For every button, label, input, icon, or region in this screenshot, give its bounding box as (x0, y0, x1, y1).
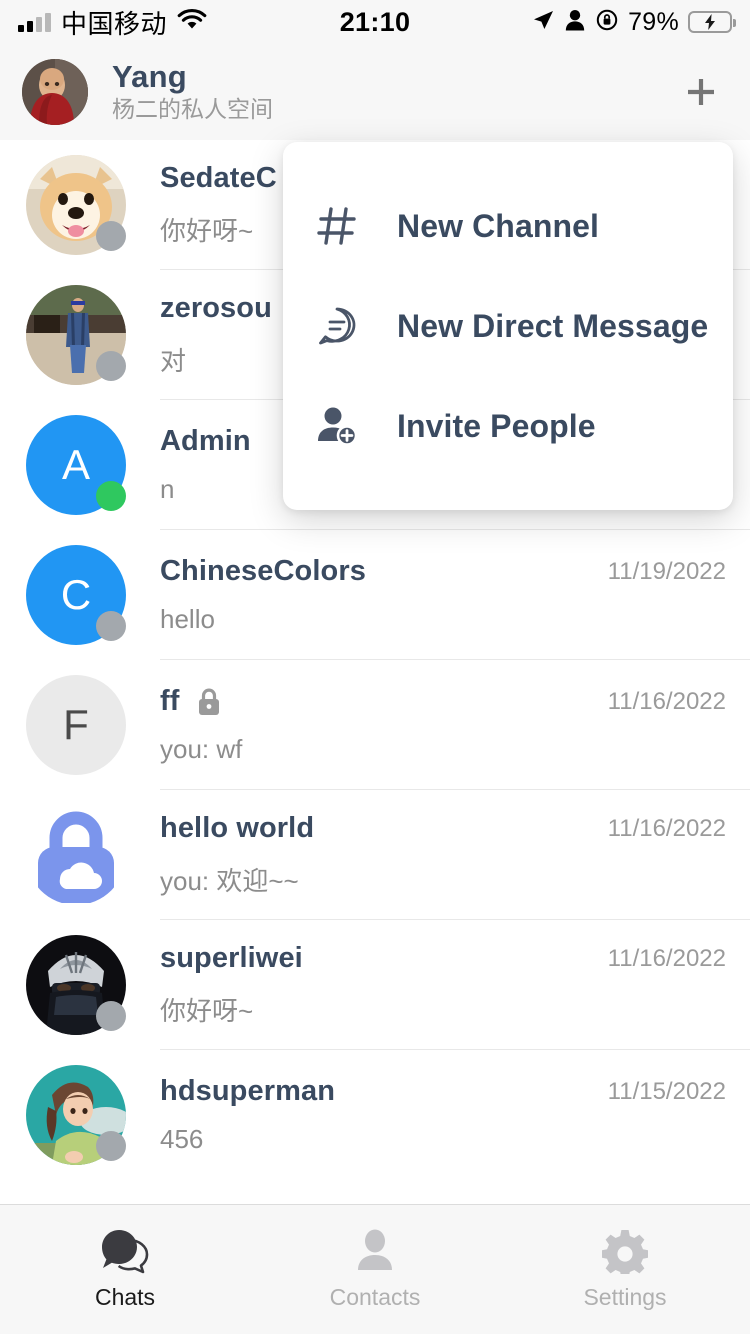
list-item-body: superliwei 11/16/2022 你好呀~ (160, 942, 726, 1028)
status-bar: 中国移动 21:10 79% (0, 0, 750, 44)
lock-cloud-avatar-icon (38, 811, 114, 903)
add-menu-popover[interactable]: New Channel New Direct Message Invite Pe… (283, 142, 733, 510)
chat-bubble-icon (99, 1228, 151, 1274)
tab-settings[interactable]: Settings (500, 1205, 750, 1334)
tab-chats[interactable]: Chats (0, 1205, 250, 1334)
status-badge (96, 481, 126, 511)
chat-name: zerosou (160, 292, 272, 324)
avatar[interactable] (26, 1065, 126, 1165)
status-badge (96, 1001, 126, 1031)
chat-name: hello world (160, 812, 315, 844)
menu-item-new-channel[interactable]: New Channel (283, 176, 733, 276)
chat-name: Admin (160, 425, 251, 457)
chat-name: hdsuperman (160, 1075, 336, 1107)
avatar-initial: F (63, 701, 89, 748)
list-item[interactable]: C ChineseColors 11/19/2022 hello (0, 530, 750, 660)
list-item-body: ff 11/16/2022 you: wf (160, 685, 726, 765)
page-title: Yang (112, 59, 187, 95)
list-item-header: hello world 11/16/2022 (160, 812, 726, 845)
person-icon (353, 1228, 397, 1274)
status-badge (96, 221, 126, 251)
chat-name: superliwei (160, 942, 303, 974)
chat-name: SedateC (160, 162, 277, 194)
tab-label: Chats (94, 1284, 156, 1310)
person-icon (564, 8, 586, 37)
avatar[interactable]: A (26, 415, 126, 515)
chat-preview: 456 (160, 1124, 204, 1154)
list-item-header: hdsuperman 11/15/2022 (160, 1075, 726, 1108)
battery-percent-label: 79% (628, 7, 679, 36)
avatar[interactable]: F (26, 675, 126, 775)
menu-item-invite-people[interactable]: Invite People (283, 376, 733, 476)
chat-name: ff (160, 685, 180, 717)
chat-preview: 你好呀~ (160, 996, 254, 1026)
list-item-header: ChineseColors 11/19/2022 (160, 555, 726, 588)
avatar[interactable] (22, 59, 88, 125)
list-item-body: ChineseColors 11/19/2022 hello (160, 555, 726, 635)
chat-date: 11/15/2022 (607, 1077, 726, 1105)
chat-date: 11/16/2022 (607, 944, 726, 972)
battery-charging-icon (688, 11, 736, 33)
menu-item-label: Invite People (397, 407, 596, 444)
chat-preview: you: 欢迎~~ (160, 866, 299, 896)
app-screen: 中国移动 21:10 79% Yang 杨二的私人空间 SedateC 你好呀~… (0, 0, 750, 1334)
chat-date: 11/16/2022 (607, 814, 726, 842)
menu-item-label: New Channel (397, 207, 600, 244)
chat-preview: you: wf (160, 734, 243, 764)
chat-bubble-icon (311, 300, 363, 352)
plus-icon (688, 79, 714, 105)
header-subtitle: 杨二的私人空间 (112, 96, 273, 123)
avatar-initial: C (60, 571, 92, 618)
avatar[interactable]: C (26, 545, 126, 645)
status-badge (96, 611, 126, 641)
gear-icon (602, 1228, 648, 1274)
tab-bar: Chats Contacts Settings (0, 1204, 750, 1334)
list-item[interactable]: hello world 11/16/2022 you: 欢迎~~ (0, 790, 750, 920)
menu-item-label: New Direct Message (397, 307, 709, 344)
rotation-lock-icon (595, 8, 619, 37)
app-header: Yang 杨二的私人空间 (0, 44, 750, 140)
chat-preview: hello (160, 604, 215, 634)
list-item[interactable]: superliwei 11/16/2022 你好呀~ (0, 920, 750, 1050)
list-item-header: ff 11/16/2022 (160, 685, 726, 718)
status-badge (96, 351, 126, 381)
lock-icon (196, 687, 222, 717)
menu-item-new-direct-message[interactable]: New Direct Message (283, 276, 733, 376)
list-item-body: hello world 11/16/2022 you: 欢迎~~ (160, 812, 726, 898)
list-item[interactable]: hdsuperman 11/15/2022 456 (0, 1050, 750, 1180)
list-item-body: hdsuperman 11/15/2022 456 (160, 1075, 726, 1155)
avatar-initial: A (61, 441, 90, 488)
tab-label: Settings (583, 1284, 667, 1310)
header-meta: Yang 杨二的私人空间 (112, 60, 273, 124)
list-item[interactable]: F ff 11/16/2022 you: wf (0, 660, 750, 790)
avatar[interactable] (26, 285, 126, 385)
chat-date: 11/19/2022 (607, 557, 726, 585)
status-badge (96, 1131, 126, 1161)
hash-icon (311, 200, 363, 252)
tab-label: Contacts (329, 1284, 421, 1310)
chat-name: ChineseColors (160, 555, 366, 587)
status-bar-right: 79% (531, 7, 736, 37)
add-button[interactable] (674, 65, 728, 119)
chat-date: 11/16/2022 (607, 687, 726, 715)
avatar[interactable] (26, 155, 126, 255)
list-item-header: superliwei 11/16/2022 (160, 942, 726, 975)
location-arrow-icon (531, 8, 555, 37)
avatar[interactable] (26, 805, 126, 905)
avatar[interactable] (26, 935, 126, 1035)
tab-contacts[interactable]: Contacts (250, 1205, 500, 1334)
person-add-icon (311, 400, 363, 452)
